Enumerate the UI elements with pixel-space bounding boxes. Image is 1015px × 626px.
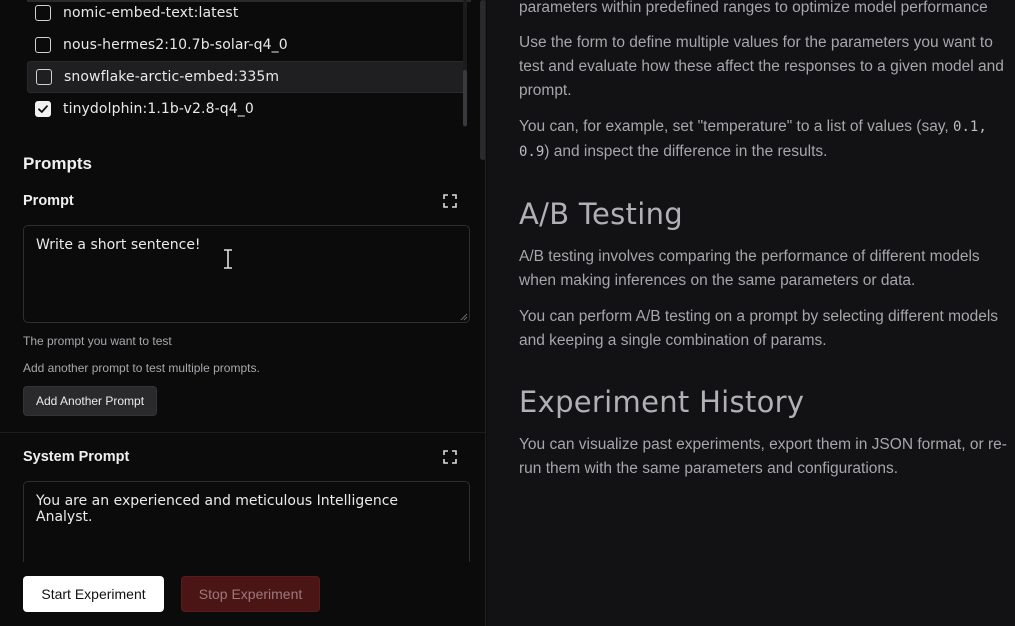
check-icon	[38, 105, 48, 113]
model-option[interactable]: nous-hermes2:10.7b-solar-q4_0	[27, 29, 466, 61]
model-checkbox[interactable]	[35, 5, 51, 21]
inline-code: 0.9	[519, 144, 545, 160]
model-option[interactable]: nomic-embed-text:latest	[27, 0, 466, 29]
model-list-scrollbar[interactable]	[463, 0, 467, 127]
doc-paragraph: parameters within predefined ranges to o…	[519, 0, 988, 16]
section-divider	[0, 432, 485, 433]
doc-paragraph-line: 0.9) and inspect the difference in the r…	[519, 140, 1015, 164]
doc-paragraph-line: You can perform A/B testing on a prompt …	[519, 308, 999, 325]
model-label: nomic-embed-text:latest	[63, 5, 239, 21]
panel-scrollbar[interactable]	[480, 0, 485, 160]
expand-icon[interactable]	[443, 194, 457, 208]
experiment-history-heading: Experiment History	[519, 385, 805, 419]
system-prompt-label: System Prompt	[23, 449, 130, 465]
doc-paragraph-line: when making inferences on the same param…	[519, 272, 916, 289]
model-checkbox[interactable]	[36, 69, 52, 85]
doc-paragraph-line: test and evaluate how these affect the r…	[519, 58, 1004, 75]
doc-text: You can, for example, set "temperature" …	[519, 118, 954, 135]
prompt-label: Prompt	[23, 193, 74, 209]
doc-paragraph-line: prompt.	[519, 82, 572, 99]
prompt-input[interactable]: Write a short sentence!	[23, 225, 470, 323]
doc-paragraph-line: A/B testing involves comparing the perfo…	[519, 248, 980, 265]
model-option[interactable]: snowflake-arctic-embed:335m	[27, 61, 466, 93]
app-root: nomic-embed-text:latest nous-hermes2:10.…	[0, 0, 1015, 626]
text-cursor-icon	[224, 249, 232, 269]
model-option[interactable]: tinydolphin:1.1b-v2.8-q4_0	[27, 93, 466, 125]
prompt-helper-text: The prompt you want to test	[23, 334, 172, 348]
add-another-prompt-button[interactable]: Add Another Prompt	[23, 386, 158, 416]
experiment-form-panel: nomic-embed-text:latest nous-hermes2:10.…	[0, 0, 486, 626]
ab-testing-heading: A/B Testing	[519, 197, 683, 231]
model-checkbox-checked[interactable]	[35, 101, 51, 117]
doc-text: ) and inspect the difference in the resu…	[544, 143, 828, 160]
start-experiment-button[interactable]: Start Experiment	[23, 576, 164, 612]
model-checkbox[interactable]	[35, 37, 51, 53]
doc-paragraph-line: Use the form to define multiple values f…	[519, 34, 993, 51]
add-prompt-helper-text: Add another prompt to test multiple prom…	[23, 361, 260, 375]
doc-paragraph-line: You can, for example, set "temperature" …	[519, 115, 1015, 139]
doc-paragraph-line: and keeping a single combination of para…	[519, 332, 827, 349]
doc-paragraph-line: You can visualize past experiments, expo…	[519, 436, 1007, 453]
model-label: snowflake-arctic-embed:335m	[64, 69, 280, 85]
stop-experiment-button[interactable]: Stop Experiment	[181, 576, 320, 612]
inline-code: 0.1,	[953, 119, 987, 135]
model-label: tinydolphin:1.1b-v2.8-q4_0	[63, 101, 254, 117]
documentation-panel: parameters within predefined ranges to o…	[487, 0, 1015, 626]
model-list: nomic-embed-text:latest nous-hermes2:10.…	[27, 0, 473, 127]
prompts-section-title: Prompts	[23, 154, 92, 173]
resize-grip-icon[interactable]	[460, 313, 468, 321]
model-label: nous-hermes2:10.7b-solar-q4_0	[63, 37, 288, 53]
expand-icon[interactable]	[443, 450, 457, 464]
model-list-scroll-thumb[interactable]	[463, 70, 467, 126]
doc-paragraph-line: run them with the same parameters and co…	[519, 460, 899, 477]
